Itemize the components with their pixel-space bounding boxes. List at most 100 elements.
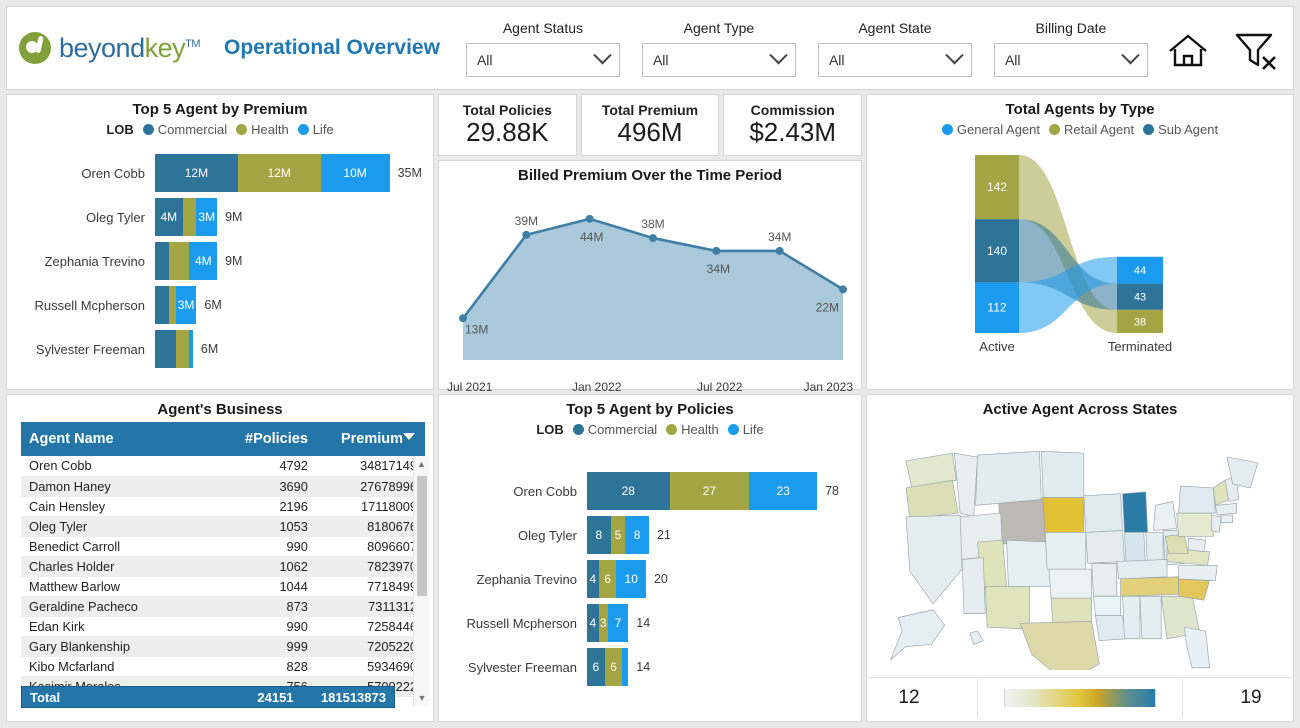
state-kansas[interactable] xyxy=(1049,569,1092,598)
bar-segment-commercial[interactable]: 28 xyxy=(587,472,670,510)
bar-segment-life[interactable]: 7 xyxy=(608,604,629,642)
state-north-dakota[interactable] xyxy=(1041,451,1084,497)
bar-row[interactable]: Oren Cobb12M12M10M35M xyxy=(7,151,433,195)
state-arizona[interactable] xyxy=(962,558,985,614)
bar-segment-commercial[interactable] xyxy=(155,330,176,368)
state-wyoming[interactable] xyxy=(999,500,1045,544)
bar-segment-health[interactable]: 5 xyxy=(611,516,626,554)
agent-status-select[interactable]: All xyxy=(466,43,620,77)
state-alaska[interactable] xyxy=(891,610,945,660)
state-connecticut[interactable] xyxy=(1221,515,1233,523)
data-point[interactable] xyxy=(586,215,594,223)
state-north-carolina[interactable] xyxy=(1179,565,1218,580)
table-row[interactable]: Geraldine Pacheco8737311312 xyxy=(21,596,425,616)
bar-row[interactable]: Zephania Trevino4M9M xyxy=(7,239,433,283)
table-row[interactable]: Oren Cobb479234817149 xyxy=(21,456,425,476)
legend-item-retail-agent[interactable]: Retail Agent xyxy=(1049,122,1134,137)
state-california[interactable] xyxy=(906,515,962,604)
scroll-up-icon[interactable]: ▲ xyxy=(414,456,429,472)
bar-segment-life[interactable] xyxy=(189,330,192,368)
bar-segment-life[interactable]: 4M xyxy=(189,242,217,280)
state-maryland[interactable] xyxy=(1188,538,1205,552)
state-arkansas[interactable] xyxy=(1094,596,1121,615)
bar-segment-health[interactable] xyxy=(183,198,197,236)
scrollbar-thumb[interactable] xyxy=(417,476,427,596)
clear-filter-icon[interactable] xyxy=(1233,25,1279,73)
state-montana[interactable] xyxy=(976,451,1042,505)
state-new-jersey[interactable] xyxy=(1211,515,1221,532)
state-iowa[interactable] xyxy=(1086,531,1125,564)
legend-item-life[interactable]: Life xyxy=(728,422,764,437)
table-body-viewport[interactable]: Oren Cobb479234817149Damon Haney36902767… xyxy=(21,456,425,704)
state-massachusetts[interactable] xyxy=(1215,503,1236,515)
col-policies[interactable]: #Policies xyxy=(207,422,316,456)
data-point[interactable] xyxy=(459,314,467,322)
data-point[interactable] xyxy=(839,285,847,293)
bar-segment-commercial[interactable]: 4 xyxy=(587,604,599,642)
state-tennessee[interactable] xyxy=(1121,577,1179,596)
billing-date-select[interactable]: All xyxy=(994,43,1148,77)
scroll-down-icon[interactable]: ▼ xyxy=(414,690,430,706)
state-south-carolina[interactable] xyxy=(1179,579,1210,600)
bar-row[interactable]: Oren Cobb28272378 xyxy=(439,469,861,513)
bar-segment-health[interactable]: 27 xyxy=(670,472,750,510)
bar-segment-commercial[interactable]: 4M xyxy=(155,198,183,236)
state-wisconsin[interactable] xyxy=(1123,492,1148,533)
bar-segment-commercial[interactable]: 8 xyxy=(587,516,611,554)
state-texas[interactable] xyxy=(1020,621,1099,670)
bar-segment-commercial[interactable]: 12M xyxy=(155,154,238,192)
bar-segment-commercial[interactable]: 6 xyxy=(587,648,605,686)
state-florida[interactable] xyxy=(1184,627,1209,668)
data-point[interactable] xyxy=(712,247,720,255)
table-scrollbar[interactable]: ▲ ▼ xyxy=(413,456,429,706)
data-point[interactable] xyxy=(649,234,657,242)
legend-item-health[interactable]: Health xyxy=(236,122,289,137)
bar-segment-life[interactable]: 8 xyxy=(625,516,649,554)
legend-item-general-agent[interactable]: General Agent xyxy=(942,122,1040,137)
bar-segment-life[interactable]: 23 xyxy=(749,472,817,510)
state-michigan[interactable] xyxy=(1153,502,1176,531)
bar-segment-life[interactable] xyxy=(622,648,628,686)
us-choropleth-map[interactable] xyxy=(867,418,1293,676)
bar-segment-life[interactable]: 10M xyxy=(321,154,390,192)
state-kentucky[interactable] xyxy=(1117,560,1167,579)
bar-segment-health[interactable]: 12M xyxy=(238,154,321,192)
legend-item-sub-agent[interactable]: Sub Agent xyxy=(1143,122,1218,137)
kpi-total-policies[interactable]: Total Policies 29.88K xyxy=(438,94,577,156)
bar-segment-health[interactable] xyxy=(176,330,190,368)
state-missouri[interactable] xyxy=(1092,563,1117,596)
state-new-york[interactable] xyxy=(1179,486,1216,513)
state-hawaii[interactable] xyxy=(970,631,984,645)
bar-row[interactable]: Oleg Tyler4M3M9M xyxy=(7,195,433,239)
bar-segment-health[interactable] xyxy=(169,286,176,324)
bar-row[interactable]: Zephania Trevino461020 xyxy=(439,557,861,601)
table-row[interactable]: Oleg Tyler10538180676 xyxy=(21,516,425,536)
bar-segment-commercial[interactable] xyxy=(155,242,169,280)
bar-row[interactable]: Oleg Tyler85821 xyxy=(439,513,861,557)
state-louisiana[interactable] xyxy=(1095,616,1126,641)
legend-item-health[interactable]: Health xyxy=(666,422,719,437)
bar-segment-life[interactable]: 3M xyxy=(196,198,217,236)
table-row[interactable]: Kibo Mcfarland8285934690 xyxy=(21,656,425,676)
state-nebraska[interactable] xyxy=(1045,532,1086,569)
state-pennsylvania[interactable] xyxy=(1177,513,1214,536)
bar-segment-life[interactable]: 10 xyxy=(616,560,646,598)
data-point[interactable] xyxy=(522,231,530,239)
bar-segment-health[interactable] xyxy=(169,242,190,280)
table-row[interactable]: Matthew Barlow10447718499 xyxy=(21,576,425,596)
bar-row[interactable]: Sylvester Freeman6614 xyxy=(439,645,861,689)
table-row[interactable]: Edan Kirk9907258446 xyxy=(21,616,425,636)
table-row[interactable]: Charles Holder10627823970 xyxy=(21,556,425,576)
table-row[interactable]: Cain Hensley219617118009 xyxy=(21,496,425,516)
agent-state-select[interactable]: All xyxy=(818,43,972,77)
legend-item-life[interactable]: Life xyxy=(298,122,334,137)
data-point[interactable] xyxy=(776,247,784,255)
home-icon[interactable] xyxy=(1165,25,1211,73)
table-row[interactable]: Gary Blankenship9997205220 xyxy=(21,636,425,656)
col-premium[interactable]: Premium xyxy=(316,422,425,456)
state-oklahoma[interactable] xyxy=(1051,598,1092,623)
bar-row[interactable]: Sylvester Freeman6M xyxy=(7,327,433,371)
state-west-virginia[interactable] xyxy=(1165,534,1188,553)
table-row[interactable]: Damon Haney369027678996 xyxy=(21,476,425,496)
kpi-commission[interactable]: Commission $2.43M xyxy=(723,94,862,156)
